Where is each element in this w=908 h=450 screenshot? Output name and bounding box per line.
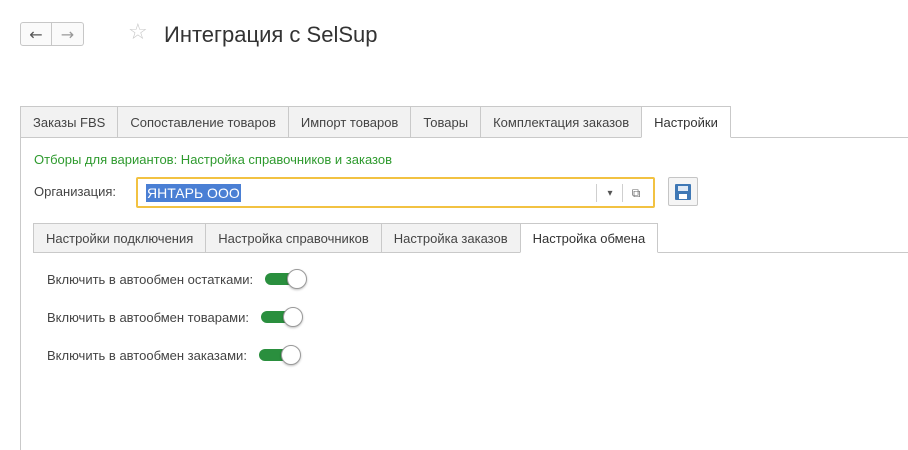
field-divider — [596, 184, 597, 202]
open-form-icon[interactable]: ⧉ — [626, 184, 646, 202]
tab-settings[interactable]: Настройки — [641, 106, 731, 138]
toggle-label-products: Включить в автообмен товарами: — [47, 309, 249, 325]
organization-value[interactable]: ЯНТАРЬ ООО — [146, 184, 241, 202]
field-divider — [622, 184, 623, 202]
back-arrow-icon[interactable]: ← — [20, 22, 52, 46]
dropdown-arrow-icon[interactable]: ▾ — [600, 184, 620, 202]
tab-exchange-settings[interactable]: Настройка обмена — [519, 223, 659, 253]
page-title: Интеграция с SelSup — [164, 22, 378, 47]
stock-exchange-toggle[interactable] — [265, 269, 308, 289]
tab-order-settings[interactable]: Настройка заказов — [380, 223, 521, 253]
toggle-row-orders: Включить в автообмен заказами: — [47, 344, 301, 366]
tab-products[interactable]: Товары — [410, 106, 482, 138]
tab-order-assembly[interactable]: Комплектация заказов — [480, 106, 643, 138]
settings-tab-bar: Настройки подключения Настройка справочн… — [33, 223, 908, 253]
forward-arrow-icon[interactable]: → — [52, 22, 84, 46]
floppy-disk-icon — [675, 183, 691, 200]
navigation-buttons: ← → — [20, 22, 84, 46]
orders-exchange-toggle[interactable] — [258, 345, 301, 365]
tab-catalog-settings[interactable]: Настройка справочников — [205, 223, 382, 253]
tab-connection-settings[interactable]: Настройки подключения — [33, 223, 207, 253]
toggle-row-products: Включить в автообмен товарами: — [47, 306, 303, 328]
products-exchange-toggle[interactable] — [260, 307, 303, 327]
main-tab-bar: Заказы FBS Сопоставление товаров Импорт … — [20, 106, 908, 138]
tab-fbs-orders[interactable]: Заказы FBS — [20, 106, 119, 138]
organization-label: Организация: — [34, 184, 117, 199]
save-button[interactable] — [668, 177, 698, 206]
filter-variants-link[interactable]: Отборы для вариантов: Настройка справочн… — [34, 152, 392, 167]
favorite-star-icon[interactable]: ☆ — [128, 20, 148, 45]
toggle-label-orders: Включить в автообмен заказами: — [47, 347, 247, 363]
organization-field[interactable]: ЯНТАРЬ ООО ▾ ⧉ — [136, 177, 655, 208]
tab-product-import[interactable]: Импорт товаров — [287, 106, 412, 138]
toggle-row-stock: Включить в автообмен остатками: — [47, 268, 308, 290]
toggle-label-stock: Включить в автообмен остатками: — [47, 271, 254, 287]
tab-product-matching[interactable]: Сопоставление товаров — [117, 106, 289, 138]
